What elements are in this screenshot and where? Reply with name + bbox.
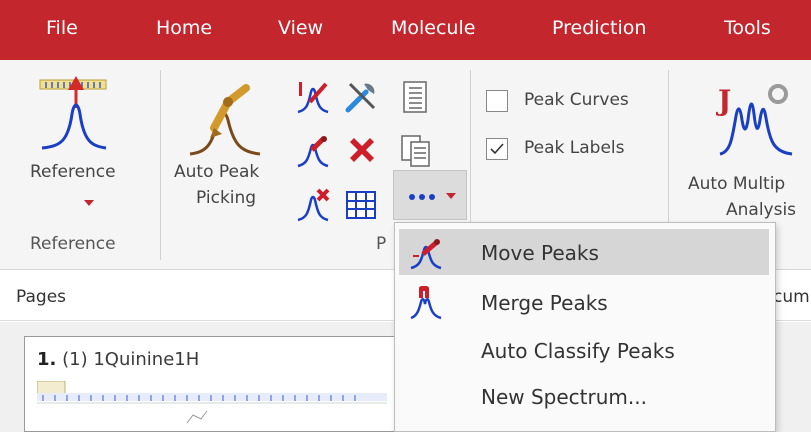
more-dots-icon <box>409 194 435 200</box>
multiplet-analysis-icon: J <box>716 84 793 156</box>
peak-edit-icon[interactable] <box>296 134 330 168</box>
spectrum-preview-icon <box>37 381 387 424</box>
chevron-down-icon <box>84 200 94 206</box>
settings-tools-icon[interactable] <box>344 80 378 114</box>
auto-multiplet-label-line1: Auto Multip <box>688 174 786 194</box>
document-tab[interactable]: cum <box>773 287 810 307</box>
peak-table-icon[interactable] <box>344 188 378 222</box>
menu-item-auto-classify-peaks[interactable]: Auto Classify Peaks <box>399 327 769 373</box>
more-peak-tools-menu: Move Peaks Merge Peaks Auto Classify Pea… <box>394 222 776 432</box>
more-peak-tools-button[interactable] <box>393 170 467 220</box>
reference-peak-icon <box>39 76 107 150</box>
peak-labels-label: Peak Labels <box>524 138 625 158</box>
menu-item-new-spectrum[interactable]: New Spectrum... <box>399 373 769 419</box>
pages-title: Pages <box>16 287 67 307</box>
peak-curves-label: Peak Curves <box>524 90 629 110</box>
peak-pick-manual-icon[interactable] <box>296 80 330 114</box>
page-index: (1) <box>62 349 88 370</box>
auto-peak-picking-button[interactable]: Auto Peak Picking <box>166 74 286 234</box>
page-thumbnail[interactable]: 1. (1) 1Quinine1H <box>24 336 396 432</box>
delete-all-peaks-icon[interactable] <box>344 134 378 168</box>
auto-multiplet-analysis-button[interactable]: J Auto Multip Analysis <box>676 74 811 234</box>
svg-text:J: J <box>716 84 731 117</box>
auto-multiplet-label-line2: Analysis <box>726 200 797 220</box>
menu-item-merge-peaks[interactable]: Merge Peaks <box>399 279 769 325</box>
move-peaks-icon <box>410 239 442 270</box>
menu-bar: File Home View Molecule Prediction Tools <box>0 0 811 60</box>
peak-labels-checkbox[interactable] <box>486 138 508 160</box>
page-name: 1Quinine1H <box>93 349 200 370</box>
menu-item-label: Merge Peaks <box>481 291 608 315</box>
auto-peak-label-line1: Auto Peak <box>174 162 260 182</box>
peak-list-icon[interactable] <box>400 80 430 114</box>
group-separator <box>160 70 161 260</box>
page-number: 1. <box>37 349 57 370</box>
delete-peak-icon[interactable] <box>296 188 330 222</box>
peak-curves-checkbox[interactable] <box>486 90 508 112</box>
merge-peaks-icon <box>410 286 442 320</box>
auto-peak-label-line2: Picking <box>196 188 257 208</box>
auto-peak-picking-icon <box>189 84 261 156</box>
reference-button-label: Reference <box>30 162 116 182</box>
menu-item-label: New Spectrum... <box>481 385 647 409</box>
chevron-down-icon <box>446 193 456 199</box>
checkmark-icon <box>490 143 504 155</box>
copy-peak-list-icon[interactable] <box>400 134 432 168</box>
page-thumbnail-title: 1. (1) 1Quinine1H <box>37 349 199 370</box>
reference-button[interactable]: Reference <box>28 74 158 234</box>
menu-item-move-peaks[interactable]: Move Peaks <box>399 229 769 275</box>
peaks-group-label: P <box>376 234 387 254</box>
reference-group-label: Reference <box>30 234 116 254</box>
menu-item-label: Auto Classify Peaks <box>481 339 675 363</box>
menu-item-label: Move Peaks <box>481 241 599 265</box>
